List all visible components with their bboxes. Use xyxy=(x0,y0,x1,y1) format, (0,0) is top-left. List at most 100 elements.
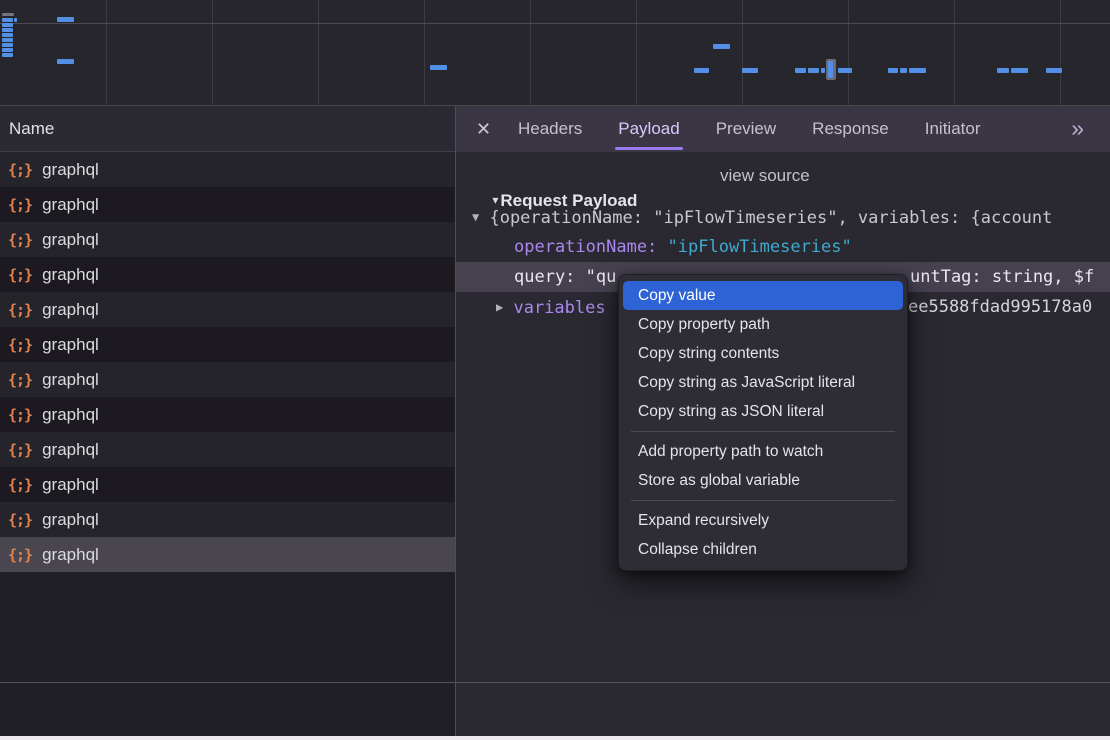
details-tab-bar: ✕ Headers Payload Preview Response Initiator… xyxy=(456,106,1110,152)
menu-item-store-as-global-variable[interactable]: Store as global variable xyxy=(623,466,903,495)
request-timing-bar xyxy=(888,68,898,73)
panel-resize-handle[interactable] xyxy=(455,106,456,737)
request-timing-bar xyxy=(821,68,825,73)
request-timing-bar xyxy=(2,13,14,16)
json-fetch-icon: {;} xyxy=(8,511,32,529)
menu-item-copy-string-as-json-literal[interactable]: Copy string as JSON literal xyxy=(623,397,903,426)
json-fetch-icon: {;} xyxy=(8,406,32,424)
tab-preview[interactable]: Preview xyxy=(716,106,776,152)
request-row-graphql[interactable]: {;} graphql xyxy=(0,292,455,327)
context-menu: Copy valueCopy property pathCopy string … xyxy=(618,274,908,571)
overview-baseline xyxy=(0,23,1110,24)
json-fetch-icon: {;} xyxy=(8,336,32,354)
request-row-graphql[interactable]: {;} graphql xyxy=(0,397,455,432)
request-name-label: graphql xyxy=(42,335,99,355)
request-timing-bar xyxy=(14,18,17,22)
close-icon[interactable]: ✕ xyxy=(476,106,491,152)
menu-item-copy-property-path[interactable]: Copy property path xyxy=(623,310,903,339)
overview-gridline xyxy=(212,0,213,105)
request-timing-bar xyxy=(2,43,13,47)
json-fetch-icon: {;} xyxy=(8,546,32,564)
request-timing-bar xyxy=(900,68,907,73)
property-key: variables xyxy=(503,298,605,318)
column-header-name[interactable]: Name xyxy=(0,106,455,152)
request-name-label: graphql xyxy=(42,160,99,180)
request-name-label: graphql xyxy=(42,405,99,425)
json-fetch-icon: {;} xyxy=(8,441,32,459)
json-fetch-icon: {;} xyxy=(8,196,32,214)
menu-item-copy-value[interactable]: Copy value xyxy=(623,281,903,310)
footer-divider xyxy=(0,682,1110,683)
network-overview[interactable] xyxy=(0,0,1110,106)
request-timing-bar xyxy=(828,61,833,78)
request-timing-bar xyxy=(2,33,13,37)
tab-response[interactable]: Response xyxy=(812,106,889,152)
property-value-fragment: untTag: string, $f xyxy=(910,262,1094,292)
request-timing-bar xyxy=(430,65,447,70)
payload-row-operation-name[interactable]: operationName: "ipFlowTimeseries" xyxy=(456,232,1110,262)
overview-gridline xyxy=(954,0,955,105)
overview-gridline xyxy=(848,0,849,105)
request-timing-bar xyxy=(808,68,819,73)
menu-item-copy-string-as-javascript-literal[interactable]: Copy string as JavaScript literal xyxy=(623,368,903,397)
tab-initiator[interactable]: Initiator xyxy=(925,106,981,152)
request-timing-bar xyxy=(1011,68,1028,73)
window-bottom-edge xyxy=(0,736,1110,740)
request-row-graphql[interactable]: {;}graphql xyxy=(0,502,455,537)
requests-panel: Name {;} graphql {;} graphql {;} graphql {;} gr… xyxy=(0,106,455,736)
request-row-graphql[interactable]: {;} graphql xyxy=(0,222,455,257)
request-name-label: graphql xyxy=(42,440,99,460)
payload-root-row[interactable]: ▼ {operationName: "ipFlowTimeseries", va… xyxy=(456,202,1110,232)
overview-gridline xyxy=(742,0,743,105)
request-timing-bar xyxy=(57,17,74,22)
request-payload-section-header[interactable]: ▾Request Payload view source xyxy=(464,164,637,188)
request-timing-bar xyxy=(2,48,13,52)
request-name-label: graphql xyxy=(42,545,99,565)
property-value-fragment: ee5588fdad995178a0 xyxy=(908,292,1092,322)
overview-gridline xyxy=(636,0,637,105)
request-row-graphql[interactable]: {;} graphql xyxy=(0,432,455,467)
property-key: operationName: xyxy=(514,237,668,257)
menu-item-add-property-path-to-watch[interactable]: Add property path to watch xyxy=(623,437,903,466)
json-fetch-icon: {;} xyxy=(8,266,32,284)
overview-gridline xyxy=(106,0,107,105)
view-source-link[interactable]: view source xyxy=(720,164,810,188)
property-value: "ipFlowTimeseries" xyxy=(668,237,852,257)
request-row-graphql[interactable]: {;} graphql xyxy=(0,537,455,572)
request-timing-bar xyxy=(2,23,13,27)
request-timing-bar xyxy=(2,18,13,22)
request-timing-bar xyxy=(1046,68,1062,73)
request-name-label: graphql xyxy=(42,370,99,390)
request-row-graphql[interactable]: {;} graphql xyxy=(0,467,455,502)
request-timing-bar xyxy=(909,68,926,73)
json-fetch-icon: {;} xyxy=(8,231,32,249)
tab-headers[interactable]: Headers xyxy=(518,106,582,152)
request-timing-bar xyxy=(838,68,852,73)
request-timing-bar xyxy=(2,38,13,42)
overview-gridline xyxy=(318,0,319,105)
menu-item-copy-string-contents[interactable]: Copy string contents xyxy=(623,339,903,368)
payload-preview-text: {operationName: "ipFlowTimeseries", vari… xyxy=(479,208,1052,228)
request-row-graphql[interactable]: {;} graphql xyxy=(0,327,455,362)
request-timing-bar xyxy=(713,44,730,49)
request-name-label: graphql xyxy=(42,230,99,250)
more-tabs-icon[interactable]: » xyxy=(1071,106,1082,152)
tab-payload[interactable]: Payload xyxy=(618,106,679,152)
column-header-label: Name xyxy=(9,119,54,138)
request-timing-bar xyxy=(694,68,709,73)
menu-item-expand-recursively[interactable]: Expand recursively xyxy=(623,506,903,535)
request-row-graphql[interactable]: {;}graphql xyxy=(0,362,455,397)
request-row-graphql[interactable]: {;}graphql xyxy=(0,152,455,187)
json-fetch-icon: {;} xyxy=(8,301,32,319)
menu-divider xyxy=(631,431,895,432)
request-timing-bar xyxy=(2,28,13,32)
request-name-label: graphql xyxy=(42,300,99,320)
json-fetch-icon: {;} xyxy=(8,476,32,494)
request-timing-bar xyxy=(997,68,1009,73)
menu-item-collapse-children[interactable]: Collapse children xyxy=(623,535,903,564)
request-name-label: graphql xyxy=(42,195,99,215)
request-name-label: graphql xyxy=(42,475,99,495)
request-row-graphql[interactable]: {;}graphql xyxy=(0,257,455,292)
request-row-graphql[interactable]: {;} graphql xyxy=(0,187,455,222)
overview-gridline xyxy=(424,0,425,105)
